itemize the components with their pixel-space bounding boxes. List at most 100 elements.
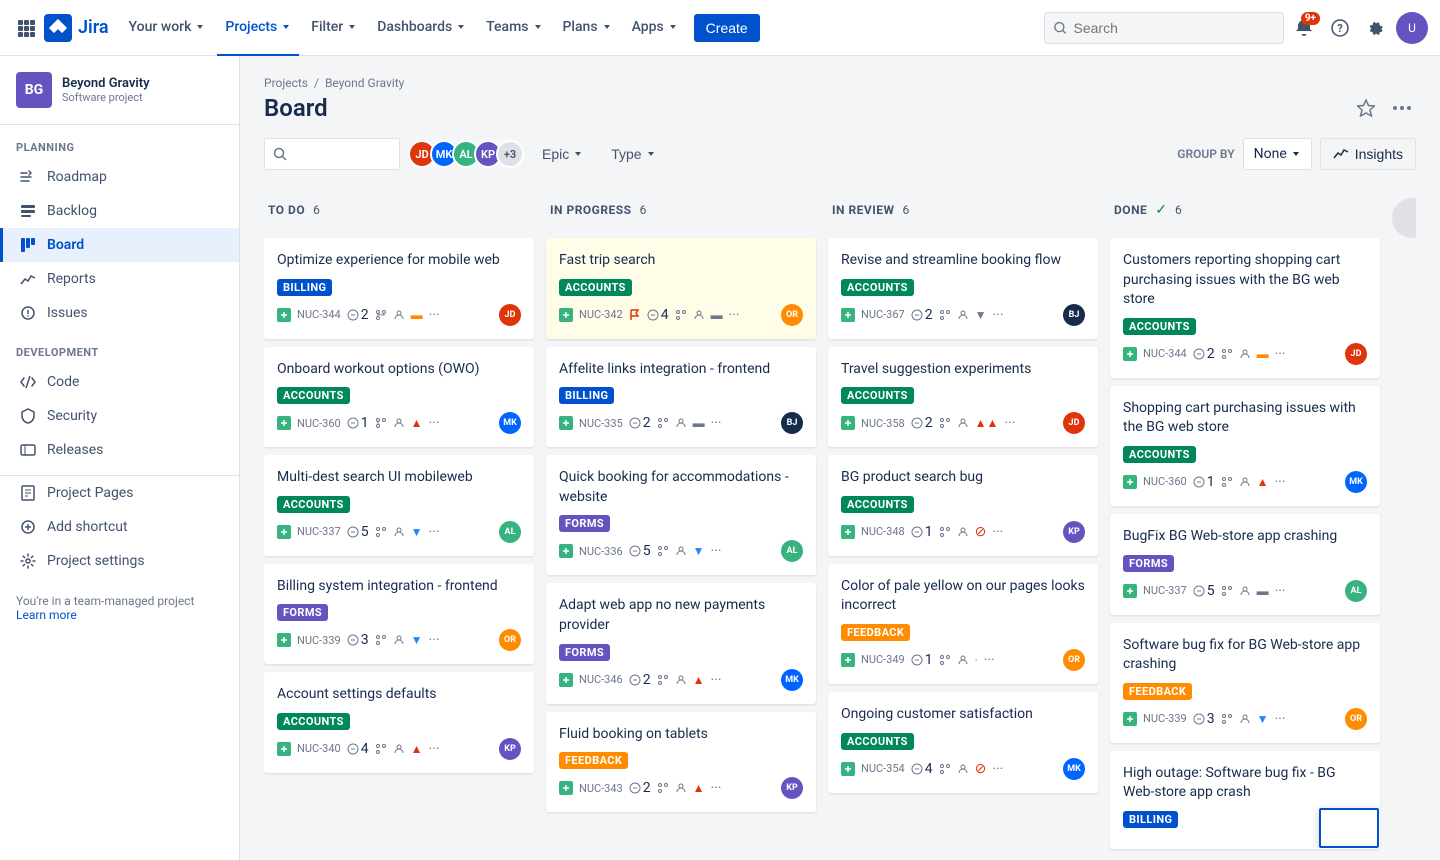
learn-more-link[interactable]: Learn more [16, 608, 77, 622]
more-icon[interactable]: ··· [429, 307, 440, 323]
more-icon[interactable]: ··· [711, 780, 722, 796]
nav-filter[interactable]: Filter [303, 0, 365, 56]
branch-icon [657, 417, 669, 429]
more-icon[interactable]: ··· [992, 761, 1003, 777]
breadcrumb-projects[interactable]: Projects [264, 76, 308, 90]
nav-apps[interactable]: Apps [624, 0, 686, 56]
card-nuc337[interactable]: Multi-dest search UI mobileweb ACCOUNTS … [264, 455, 534, 556]
grid-menu-icon[interactable] [12, 14, 40, 42]
priority-icon: ▬ [1257, 584, 1269, 598]
card-nuc335[interactable]: Affelite links integration - frontend BI… [546, 347, 816, 448]
star-button[interactable] [1352, 94, 1380, 122]
issue-icon [559, 308, 573, 322]
sidebar-item-add-shortcut[interactable]: Add shortcut [0, 510, 239, 544]
breadcrumb-project[interactable]: Beyond Gravity [325, 76, 404, 90]
user-avatar[interactable]: U [1396, 12, 1428, 44]
more-icon[interactable]: ··· [711, 543, 722, 559]
more-icon[interactable]: ··· [1275, 711, 1286, 727]
column-done-add[interactable] [1352, 198, 1376, 222]
card-nuc348[interactable]: BG product search bug ACCOUNTS NUC-348 1… [828, 455, 1098, 556]
reports-icon [19, 270, 37, 288]
type-dropdown[interactable]: Type [601, 138, 665, 170]
epic-dropdown[interactable]: Epic [532, 138, 593, 170]
sidebar-item-security[interactable]: Security [0, 399, 239, 433]
board-search-input[interactable] [291, 146, 391, 162]
sidebar-item-issues[interactable]: Issues [0, 296, 239, 330]
more-icon[interactable]: ··· [429, 524, 440, 540]
more-icon[interactable]: ··· [1004, 415, 1015, 431]
person-icon [1239, 476, 1251, 488]
card-nuc343[interactable]: Fluid booking on tablets FEEDBACK NUC-34… [546, 712, 816, 813]
more-icon[interactable]: ··· [711, 672, 722, 688]
card-nuc342[interactable]: Fast trip search ACCOUNTS NUC-342 4 ▬ ··… [546, 238, 816, 339]
done-card-c16[interactable]: Customers reporting shopping cart purcha… [1110, 238, 1380, 378]
search-bar[interactable] [1044, 12, 1284, 44]
card-nuc339[interactable]: Billing system integration - frontend FO… [264, 564, 534, 665]
nav-dashboards[interactable]: Dashboards [369, 0, 474, 56]
done-card-c20[interactable]: High outage: Software bug fix - BG Web-s… [1110, 751, 1380, 849]
card-nuc360[interactable]: Onboard workout options (OWO) ACCOUNTS N… [264, 347, 534, 448]
card-nuc336[interactable]: Quick booking for accommodations - websi… [546, 455, 816, 575]
column-inreview-add[interactable] [1070, 198, 1094, 222]
column-todo-add[interactable] [506, 198, 530, 222]
more-icon[interactable]: ··· [1275, 583, 1286, 599]
column-inprogress-add[interactable] [788, 198, 812, 222]
nav-your-work[interactable]: Your work [121, 0, 214, 56]
card-nuc346[interactable]: Adapt web app no new payments provider F… [546, 583, 816, 703]
more-icon[interactable]: ··· [429, 741, 440, 757]
more-icon[interactable]: ··· [1275, 474, 1286, 490]
more-icon[interactable]: ··· [992, 524, 1003, 540]
avatar-more[interactable]: +3 [496, 140, 524, 168]
more-icon[interactable]: ··· [429, 415, 440, 431]
card-nuc367[interactable]: Revise and streamline booking flow ACCOU… [828, 238, 1098, 339]
card-footer: NUC-354 4 ⊘ ··· MK [841, 758, 1085, 780]
card-count: 4 [347, 741, 369, 757]
done-card-c17[interactable]: Shopping cart purchasing issues with the… [1110, 386, 1380, 506]
settings-button[interactable] [1360, 12, 1392, 44]
jira-logo[interactable]: Jira [44, 14, 109, 42]
more-icon[interactable]: ··· [429, 632, 440, 648]
sidebar-item-project-pages[interactable]: Project Pages [0, 476, 239, 510]
edit-overlay[interactable] [1319, 808, 1379, 848]
board-search[interactable] [264, 138, 400, 170]
card-nuc358[interactable]: Travel suggestion experiments ACCOUNTS N… [828, 347, 1098, 448]
search-input[interactable] [1074, 20, 1275, 36]
issue-icon [841, 416, 855, 430]
create-button[interactable]: Create [694, 14, 760, 42]
sidebar-item-reports[interactable]: Reports [0, 262, 239, 296]
board-title: Board [264, 94, 328, 122]
card-nuc340[interactable]: Account settings defaults ACCOUNTS NUC-3… [264, 672, 534, 773]
more-icon[interactable]: ··· [993, 307, 1004, 323]
project-header[interactable]: BG Beyond Gravity Software project [0, 56, 239, 125]
more-icon[interactable]: ··· [729, 307, 740, 323]
sidebar-item-releases[interactable]: Releases [0, 433, 239, 467]
column-todo-count: 6 [313, 203, 320, 217]
person-icon [693, 309, 705, 321]
sidebar-item-code[interactable]: Code [0, 365, 239, 399]
more-icon[interactable]: ··· [711, 415, 722, 431]
more-icon[interactable]: ··· [1275, 346, 1286, 362]
sidebar-item-roadmap[interactable]: Roadmap [0, 160, 239, 194]
nav-plans[interactable]: Plans [555, 0, 620, 56]
sidebar-item-project-settings[interactable]: Project settings [0, 544, 239, 578]
nav-projects[interactable]: Projects [217, 0, 299, 56]
nav-teams[interactable]: Teams [478, 0, 550, 56]
group-by-select[interactable]: None [1243, 138, 1312, 170]
help-button[interactable]: ? [1324, 12, 1356, 44]
more-options-button[interactable] [1388, 94, 1416, 122]
sidebar-item-board[interactable]: Board [0, 228, 239, 262]
add-column-button[interactable] [1392, 198, 1416, 238]
sidebar-item-backlog[interactable]: Backlog [0, 194, 239, 228]
card-avatar: KP [1063, 521, 1085, 543]
card-nuc349[interactable]: Color of pale yellow on our pages looks … [828, 564, 1098, 684]
card-nuc344[interactable]: Optimize experience for mobile web BILLI… [264, 238, 534, 339]
insights-button[interactable]: Insights [1320, 138, 1416, 170]
card-nuc354[interactable]: Ongoing customer satisfaction ACCOUNTS N… [828, 692, 1098, 793]
done-card-c18[interactable]: BugFix BG Web-store app crashing FORMS N… [1110, 514, 1380, 615]
issue-id: NUC-340 [297, 742, 341, 755]
issue-id: NUC-358 [861, 417, 905, 430]
notifications-button[interactable]: 9+ [1288, 12, 1320, 44]
more-icon[interactable]: ··· [984, 652, 995, 668]
priority-icon: ▲ [411, 742, 423, 756]
done-card-c19[interactable]: Software bug fix for BG Web-store app cr… [1110, 623, 1380, 743]
